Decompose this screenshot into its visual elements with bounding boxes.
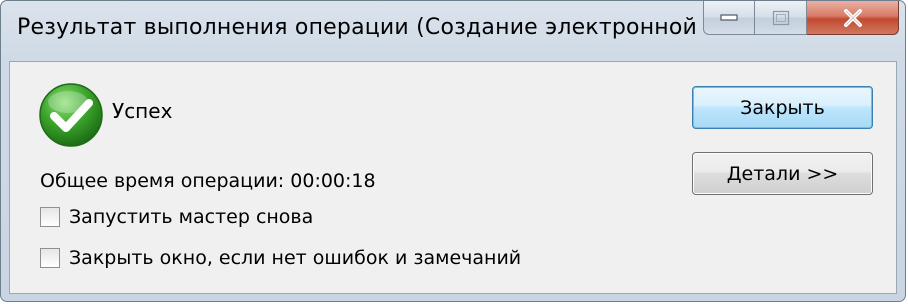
maximize-icon [772, 10, 789, 25]
maximize-button[interactable] [755, 1, 807, 35]
title-bar[interactable]: Результат выполнения операции (Создание … [1, 1, 905, 61]
close-icon [843, 8, 862, 27]
caption-buttons [703, 1, 899, 37]
minimize-icon [720, 13, 738, 21]
close-on-success-checkbox[interactable] [40, 248, 60, 268]
restart-wizard-label[interactable]: Запустить мастер снова [69, 206, 313, 228]
restart-wizard-option[interactable]: Запустить мастер снова [40, 206, 313, 228]
success-check-icon [38, 82, 104, 148]
window-title: Результат выполнения операции (Создание … [17, 15, 726, 40]
minimize-button[interactable] [703, 1, 755, 35]
total-time-label: Общее время операции: [40, 170, 285, 192]
total-time: Общее время операции: 00:00:18 [40, 170, 376, 192]
total-time-value: 00:00:18 [290, 170, 376, 192]
window-close-button[interactable] [807, 1, 899, 35]
close-on-success-label[interactable]: Закрыть окно, если нет ошибок и замечани… [69, 247, 521, 269]
details-button[interactable]: Детали >> [692, 152, 873, 195]
dialog-content: Успех Общее время операции: 00:00:18 Зап… [9, 61, 897, 294]
dialog-window: Результат выполнения операции (Создание … [0, 0, 906, 302]
status-text: Успех [112, 99, 173, 123]
close-on-success-option[interactable]: Закрыть окно, если нет ошибок и замечани… [40, 247, 521, 269]
restart-wizard-checkbox[interactable] [40, 207, 60, 227]
close-button[interactable]: Закрыть [692, 86, 873, 129]
